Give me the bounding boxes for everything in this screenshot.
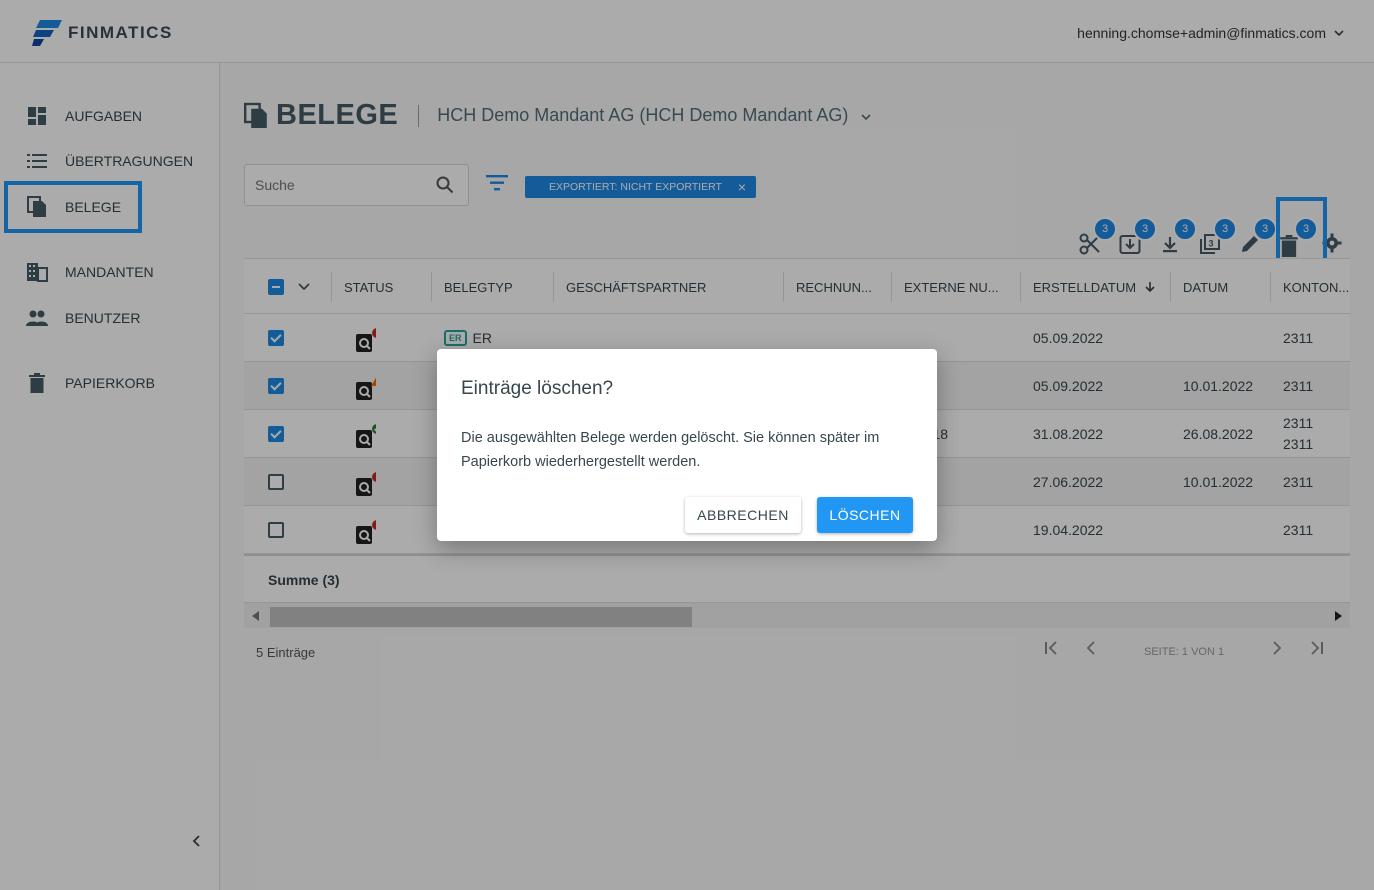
dialog-title: Einträge löschen? (461, 378, 614, 399)
cancel-button[interactable]: ABBRECHEN (685, 497, 801, 533)
dialog-text: Die ausgewählten Belege werden gelöscht.… (461, 430, 880, 470)
delete-confirm-button[interactable]: LÖSCHEN (817, 497, 913, 533)
delete-dialog: Einträge löschen? Die ausgewählten Beleg… (437, 349, 937, 541)
